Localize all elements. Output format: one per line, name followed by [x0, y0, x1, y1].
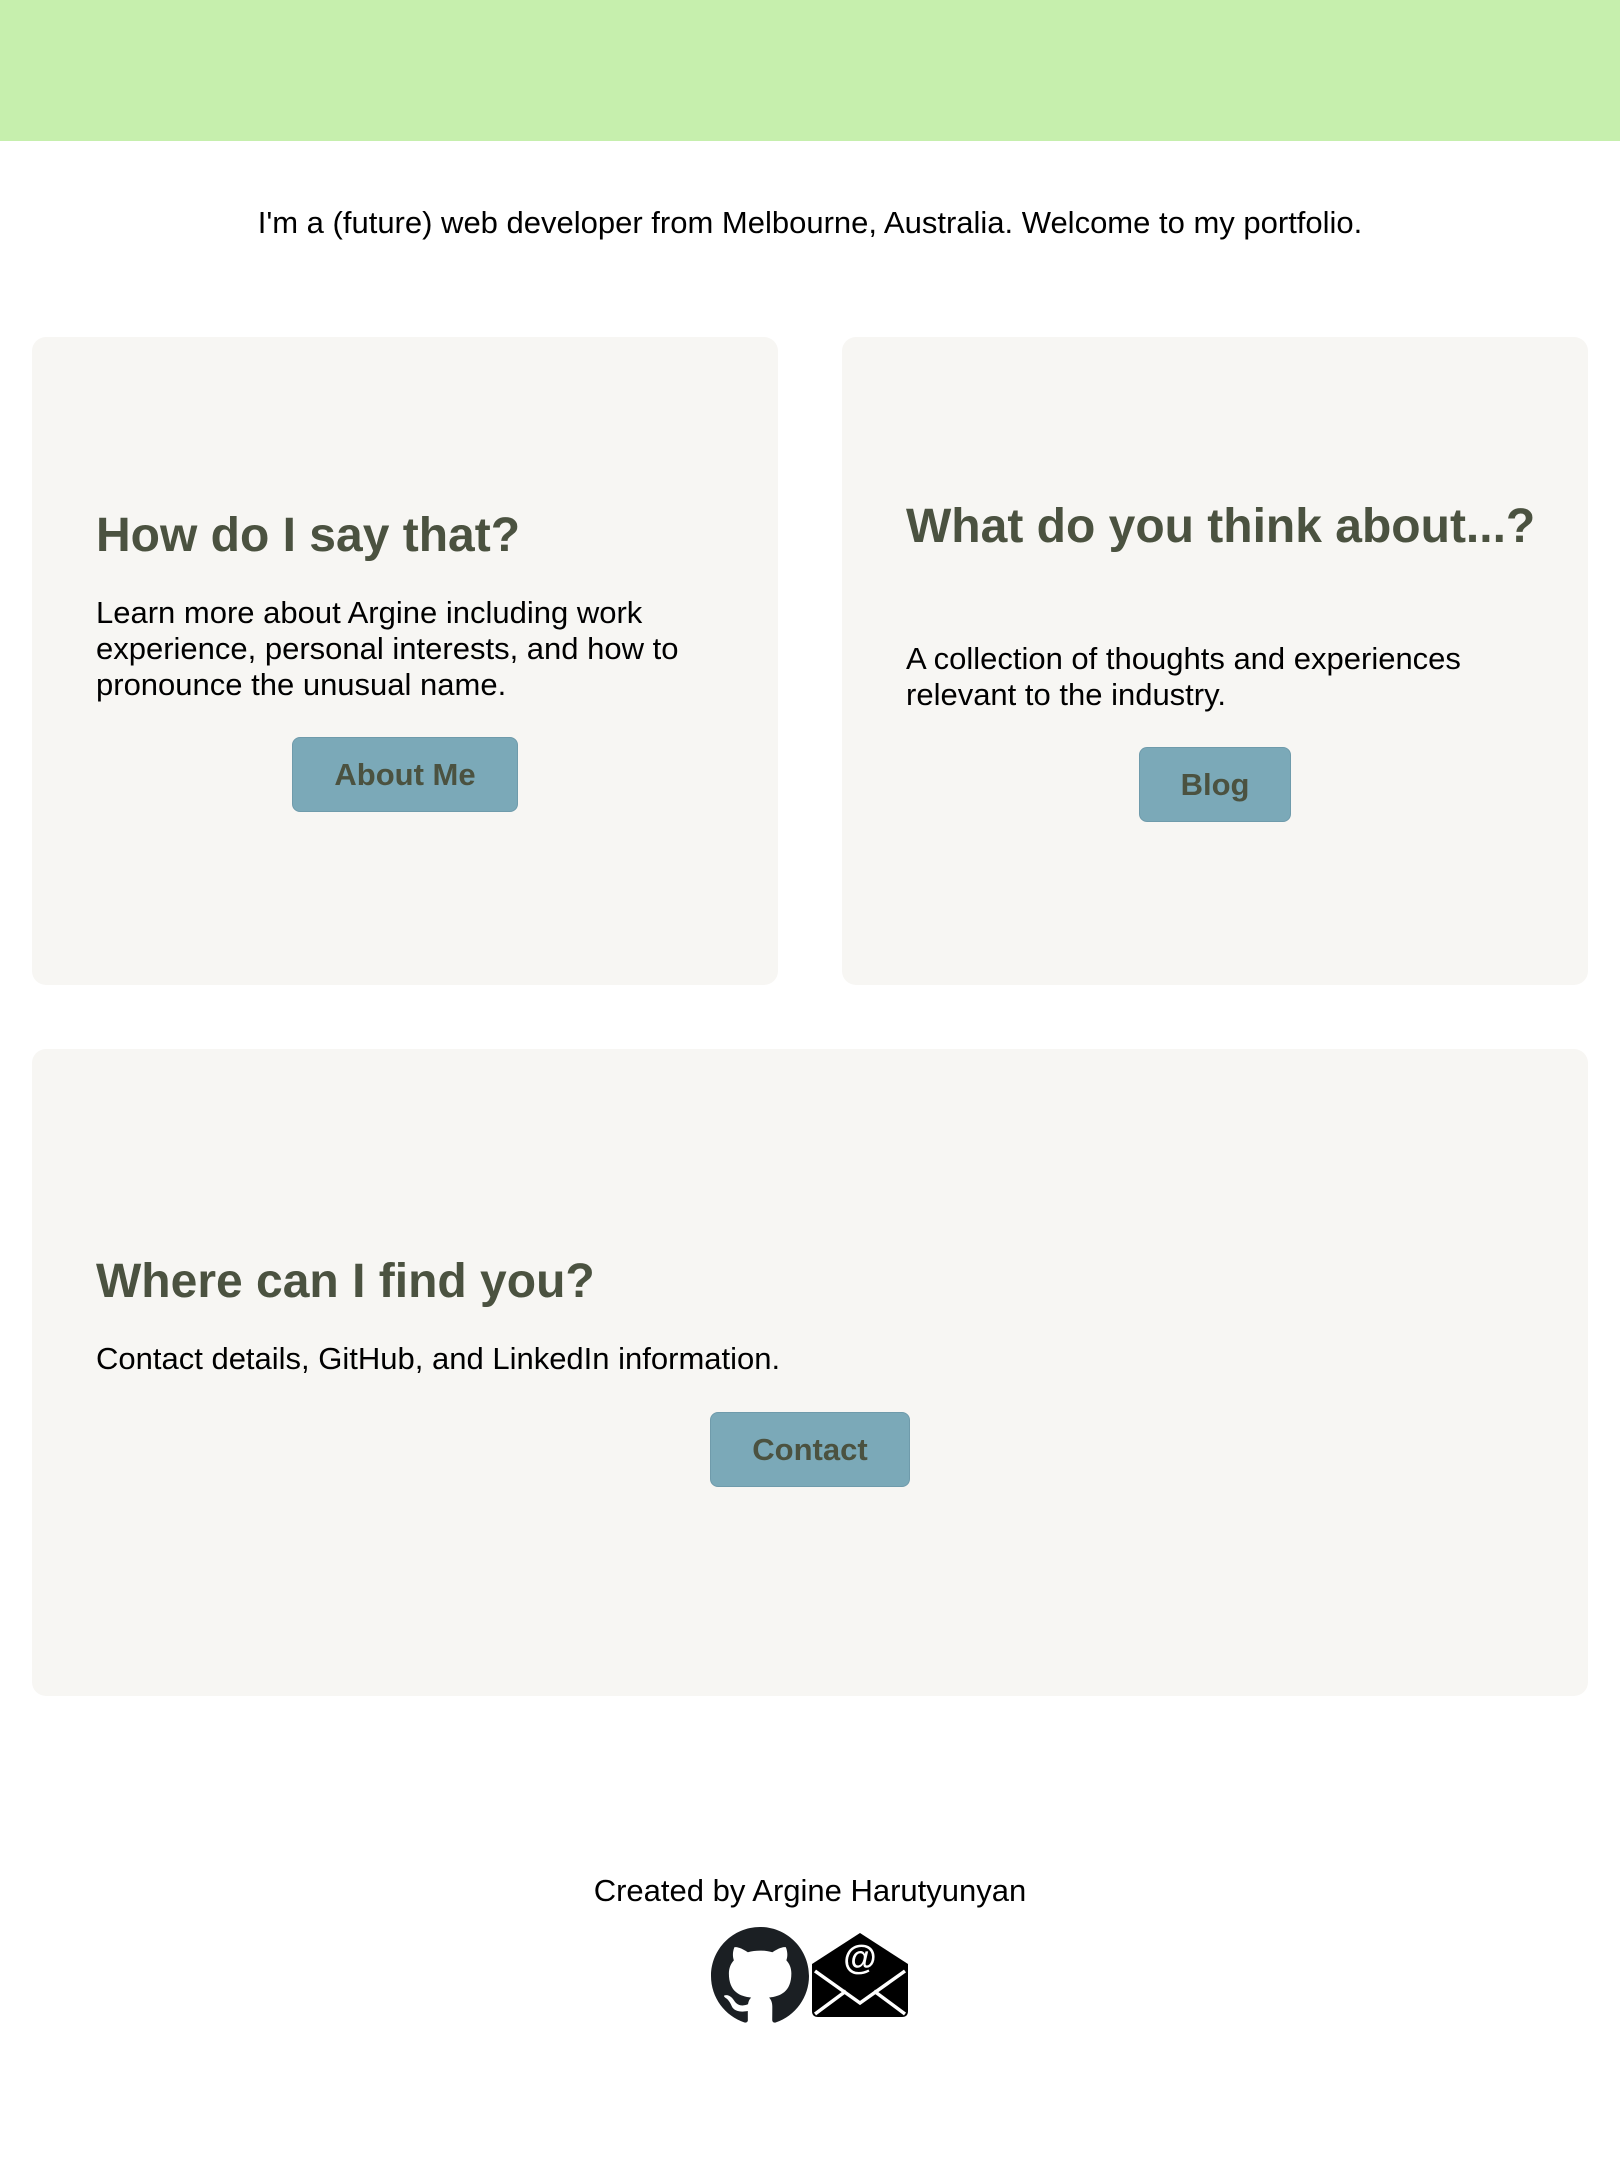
top-banner [0, 0, 1620, 141]
contact-card: Where can I find you? Contact details, G… [32, 1049, 1588, 1696]
footer-credit: Created by Argine Harutyunyan [593, 1873, 1027, 1908]
footer-icons: @ [711, 1927, 911, 2025]
contact-card-heading: Where can I find you? [96, 1255, 595, 1308]
about-card-heading: How do I say that? [96, 509, 521, 562]
email-icon: @ [812, 1933, 908, 2017]
email-link[interactable]: @ [809, 1927, 911, 2025]
blog-button[interactable]: Blog [1139, 747, 1291, 822]
about-me-button[interactable]: About Me [292, 737, 518, 812]
about-card: How do I say that? Learn more about Argi… [32, 337, 778, 985]
blog-card: What do you think about...? A collection… [842, 337, 1588, 985]
intro-text: I'm a (future) web developer from Melbou… [257, 205, 1363, 240]
github-link[interactable] [711, 1927, 809, 2025]
blog-card-heading: What do you think about...? [906, 500, 1536, 553]
github-icon [711, 1927, 809, 2023]
contact-button[interactable]: Contact [710, 1412, 910, 1487]
about-card-description: Learn more about Argine including work e… [96, 595, 679, 702]
svg-text:@: @ [843, 1939, 876, 1977]
blog-card-description: A collection of thoughts and experiences… [906, 641, 1461, 712]
contact-card-description: Contact details, GitHub, and LinkedIn in… [96, 1341, 781, 1376]
